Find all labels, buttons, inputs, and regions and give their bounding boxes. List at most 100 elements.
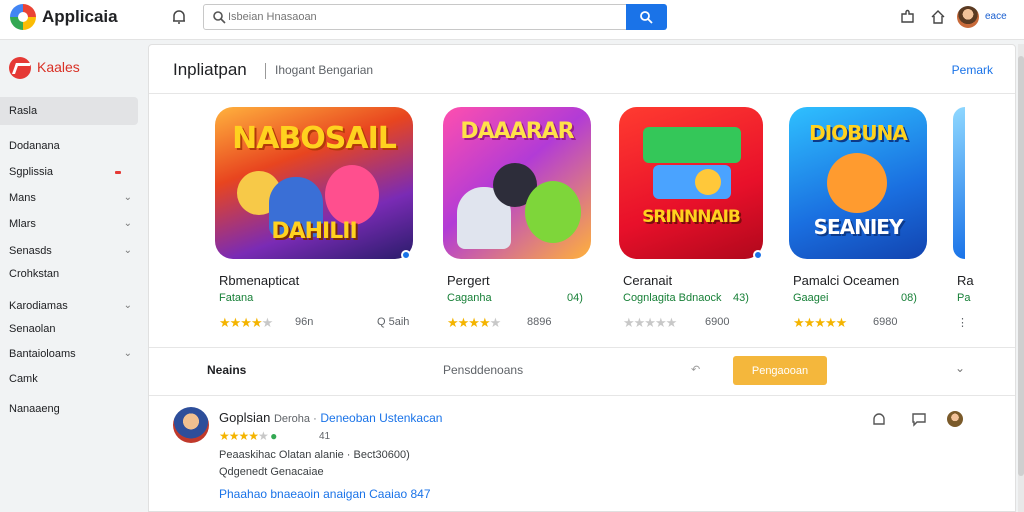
app-logo-icon[interactable] [10,4,36,30]
sidebar-item[interactable]: Nanaaeng [0,398,138,420]
thumbnail-title-art: DIOBUNA [809,121,908,145]
sidebar-item[interactable]: Senaolan [0,318,138,340]
divider [149,347,1015,348]
thumbnail-subtitle-art: DAHILII [271,219,357,244]
page-title: Inpliatpan [173,60,247,79]
search-button[interactable] [626,4,667,30]
search-input[interactable] [228,8,608,26]
search-icon [213,11,226,24]
app-tile[interactable]: SRINNNAIB Ceranait Cognlagita Bdnaock 43… [619,107,817,347]
reviewer-name[interactable]: Goplsian [219,410,270,425]
sidebar-item[interactable]: Rasla [0,97,138,125]
sidebar-item[interactable]: Karodiamas ⌄ [0,295,138,317]
app-thumbnail[interactable] [953,107,965,259]
sidebar-item-label: Sgplissia [9,166,54,178]
chevron-down-icon[interactable]: ⌄ [955,361,965,375]
sidebar-brand[interactable]: Kaales [37,59,80,75]
refresh-icon[interactable]: ↶ [691,363,700,376]
app-name[interactable]: Rbmenapticat [219,273,299,288]
page-subtitle: Ihogant Bengarian [275,63,374,77]
app-thumbnail[interactable]: NABOSAIL DAHILII [215,107,413,259]
character-art [525,181,581,243]
app-name[interactable]: Pamalci Oceamen [793,273,899,288]
rating-extra: Q 5aih [377,316,410,328]
app-tile[interactable]: Ra Pa ⋮ [953,107,1013,347]
app-developer[interactable]: Cognlagita Bdnaock [623,292,721,304]
app-developer[interactable]: Gaagei [793,292,828,304]
app-developer[interactable]: Caganha [447,292,492,304]
chevron-down-icon[interactable]: ⌄ [124,295,132,317]
chevron-down-icon[interactable]: ⌄ [124,343,132,365]
star-rating: ★★★★★ [793,315,847,330]
sidebar-item[interactable]: Mlars ⌄ [0,213,138,235]
game-board-art [643,127,741,163]
brand-icon [9,57,31,79]
app-badge: 08) [901,292,917,304]
reviewer-avatar[interactable] [173,407,209,443]
review-link-text[interactable]: Phaahao bnaeaoin anaigan Caaiao 847 [219,487,431,501]
puzzle-icon[interactable] [900,9,916,25]
app-title[interactable]: Applicaia [42,7,118,27]
app-badge: 43) [733,292,749,304]
sidebar-item[interactable]: Camk [0,368,138,390]
verified-icon [753,250,763,260]
app-badge: 04) [567,292,583,304]
sidebar-item[interactable]: Sgplissia [0,161,138,183]
comment-icon[interactable] [911,411,927,427]
avatar[interactable] [957,6,979,28]
section-label: Neains [207,363,247,377]
sidebar-item-label: Rasla [9,105,38,117]
app-developer[interactable]: Fatana [219,292,253,304]
thumbnail-title-art: NABOSAIL [232,121,397,156]
app-tile[interactable]: DAAARAR Pergert Caganha 04) ★★★★★ 8896 [443,107,641,347]
rating-count: 6980 [873,316,898,328]
character-art [325,165,379,225]
title-divider [265,63,266,79]
star-rating: ★★★★★ [219,315,273,330]
scrollbar-thumb[interactable] [1018,56,1024,476]
sidebar-item[interactable]: Bantaioloams ⌄ [0,343,138,365]
avatar[interactable] [947,411,963,427]
top-bar: Applicaia eace [0,0,1024,40]
notification-dot-icon [115,171,121,174]
divider [149,93,1015,94]
app-name[interactable]: Ra [957,273,974,288]
app-name[interactable]: Pergert [447,273,490,288]
helpful-icon[interactable] [871,411,887,427]
user-name[interactable]: eace [985,11,1007,22]
chevron-down-icon[interactable]: ⌄ [124,213,132,235]
section-filter[interactable]: Pensddenoans [443,363,523,377]
primary-button[interactable]: Pengaooan [733,356,827,385]
sidebar-item-label: Dodanana [9,140,60,152]
main-panel: Inpliatpan Ihogant Bengarian Pemark NABO… [148,44,1016,512]
sidebar-item-label: Nanaaeng [9,403,60,415]
review-meta: Deroha · [273,413,317,425]
app-developer[interactable]: Pa [957,292,970,304]
app-thumbnail[interactable]: DAAARAR [443,107,591,259]
divider [149,395,1015,396]
thumbnail-subtitle-art: SEANIEY [813,215,904,239]
app-thumbnail[interactable]: SRINNNAIB [619,107,763,259]
app-tile[interactable]: NABOSAIL DAHILII Rbmenapticat Fatana ★★★… [215,107,413,347]
chevron-down-icon[interactable]: ⌄ [124,187,132,209]
sidebar-item[interactable]: Mans ⌄ [0,187,138,209]
search-box [203,4,627,30]
sidebar-item-label: Senaolan [9,323,56,335]
sidebar-item[interactable]: Dodanana [0,135,138,157]
sidebar-item[interactable]: Crohkstan [0,263,138,285]
character-art [827,153,887,213]
bell-icon[interactable] [170,8,188,26]
chevron-down-icon[interactable]: ⌄ [124,240,132,262]
review-link[interactable]: Deneoban Ustenkacan [320,411,442,425]
star-rating: ★★★★★ [447,315,501,330]
more-link[interactable]: Pemark [952,63,993,77]
sidebar-item-label: Mans [9,192,36,204]
app-thumbnail[interactable]: DIOBUNA SEANIEY [789,107,927,259]
home-icon[interactable] [930,9,946,25]
verified-icon [401,250,411,260]
sidebar-item-label: Mlars [9,218,36,230]
sidebar-item[interactable]: Senasds ⌄ [0,240,138,262]
app-name[interactable]: Ceranait [623,273,672,288]
sidebar-item-label: Crohkstan [9,268,60,280]
review-text: Peaaskihac Olatan alanie · Bect30600) [219,449,410,461]
